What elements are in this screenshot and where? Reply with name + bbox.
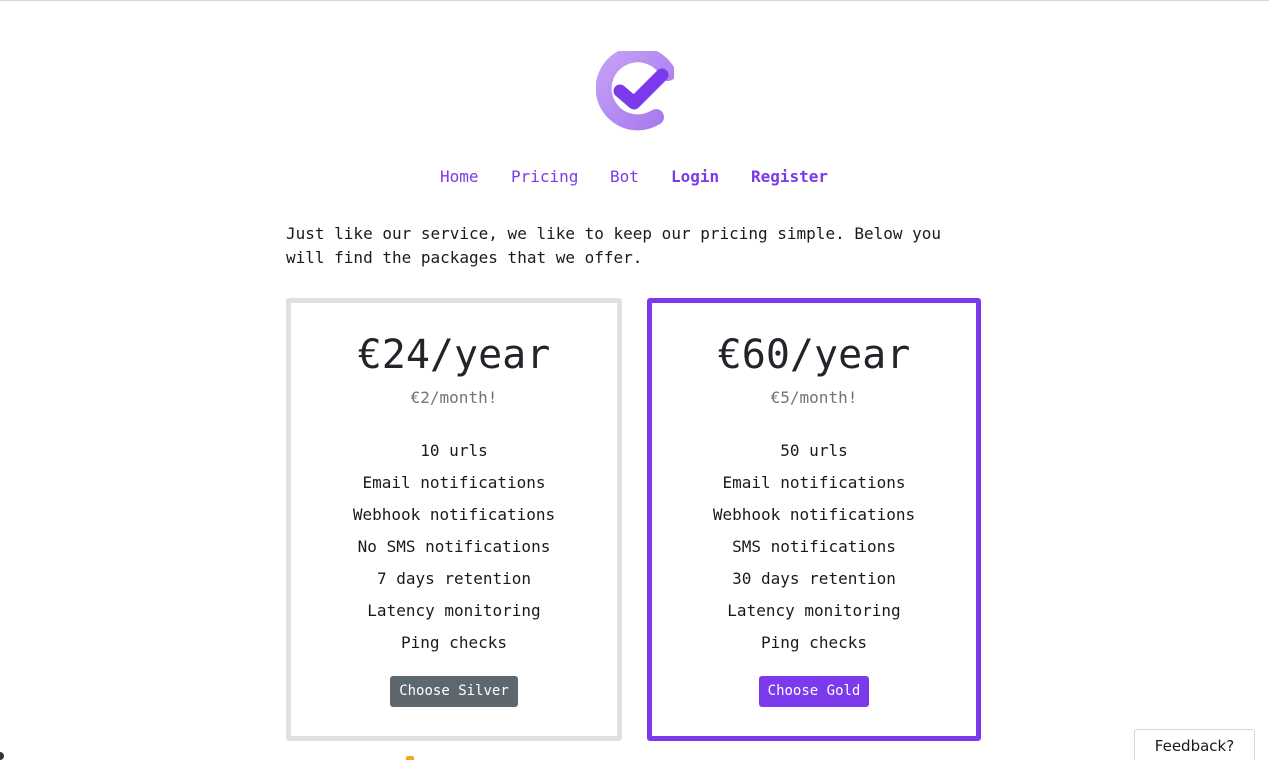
feedback-button[interactable]: Feedback? bbox=[1134, 729, 1255, 760]
plan-feature: 7 days retention bbox=[376, 569, 532, 588]
plan-feature: Latency monitoring bbox=[727, 601, 901, 620]
plan-price: €60/year bbox=[717, 332, 911, 378]
nav-pricing-link[interactable]: Pricing bbox=[511, 166, 578, 188]
plan-feature: 10 urls bbox=[420, 441, 488, 460]
decorative-mark bbox=[406, 756, 414, 760]
plan-feature: 30 days retention bbox=[732, 569, 896, 588]
plan-features-list: 50 urls Email notifications Webhook noti… bbox=[652, 435, 976, 659]
plan-monthly-price: €5/month! bbox=[770, 388, 858, 407]
plan-price: €24/year bbox=[357, 332, 551, 378]
corner-dot bbox=[0, 752, 4, 760]
plan-feature: 50 urls bbox=[780, 441, 848, 460]
nav-login-link[interactable]: Login bbox=[671, 166, 719, 188]
nav-bot-link[interactable]: Bot bbox=[610, 166, 639, 188]
pricing-card-silver: €24/year €2/month! 10 urls Email notific… bbox=[286, 298, 622, 741]
logo-icon bbox=[596, 51, 674, 131]
plan-feature: No SMS notifications bbox=[357, 537, 551, 556]
pricing-card-gold: €60/year €5/month! 50 urls Email notific… bbox=[647, 298, 981, 741]
pricing-intro-text: Just like our service, we like to keep o… bbox=[286, 224, 942, 267]
nav-register-link[interactable]: Register bbox=[751, 166, 828, 188]
plan-feature: Email notifications bbox=[722, 473, 906, 492]
choose-gold-button[interactable]: Choose Gold bbox=[758, 676, 870, 707]
plan-feature: Ping checks bbox=[401, 633, 507, 652]
plan-features-list: 10 urls Email notifications Webhook noti… bbox=[291, 435, 617, 659]
plan-monthly-price: €2/month! bbox=[410, 388, 498, 407]
plan-feature: Webhook notifications bbox=[712, 505, 916, 524]
plan-feature: Webhook notifications bbox=[352, 505, 556, 524]
plan-feature: Latency monitoring bbox=[367, 601, 541, 620]
nav-home-link[interactable]: Home bbox=[440, 166, 479, 188]
plan-feature: Email notifications bbox=[362, 473, 546, 492]
plan-feature: SMS notifications bbox=[732, 537, 896, 556]
choose-silver-button[interactable]: Choose Silver bbox=[390, 676, 518, 707]
plan-feature: Ping checks bbox=[761, 633, 867, 652]
top-border bbox=[0, 0, 1269, 1]
